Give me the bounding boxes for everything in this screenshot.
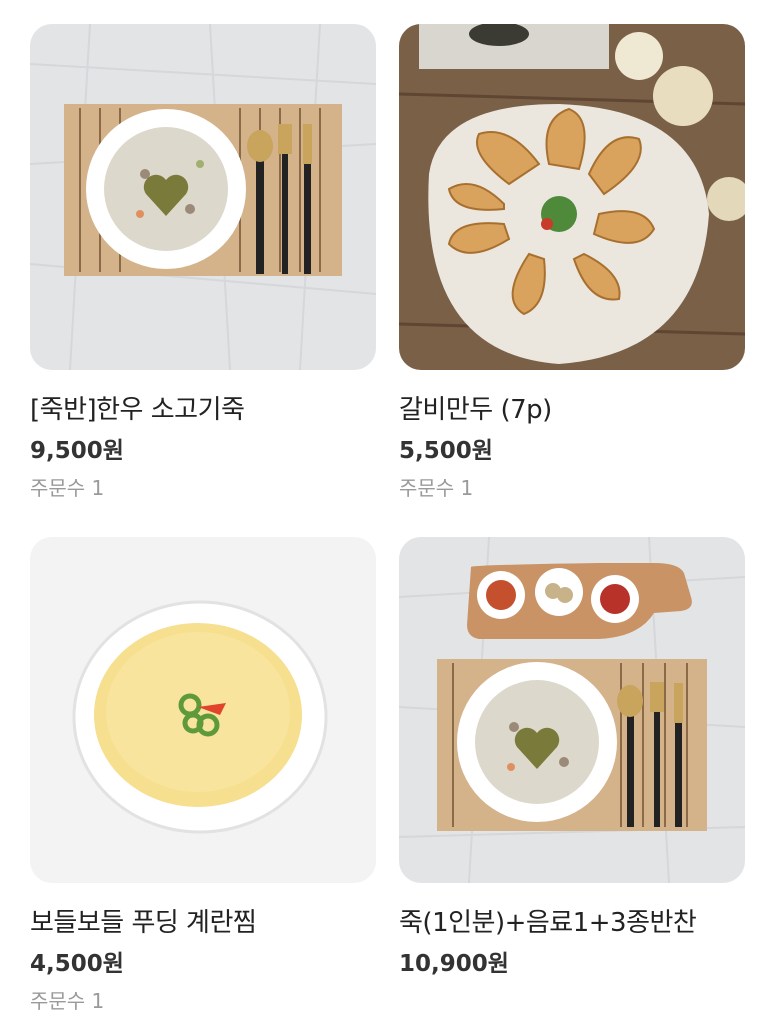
product-price: 10,900원 [399, 951, 509, 977]
product-card-beef-porridge[interactable]: [죽반]한우 소고기죽 9,500원 주문수 1 [30, 24, 376, 501]
product-name[interactable]: 보들보들 푸딩 계란찜 [30, 907, 376, 939]
product-grid: [죽반]한우 소고기죽 9,500원 주문수 1 갈비만두 (7p) 5,500… [0, 0, 773, 1013]
order-count: 주문수 1 [30, 476, 105, 500]
product-image[interactable] [30, 537, 376, 883]
order-count: 주문수 1 [399, 476, 474, 500]
product-price: 9,500원 [30, 438, 124, 464]
product-image[interactable] [30, 24, 376, 370]
porridge-set-photo-icon [399, 537, 745, 883]
order-count: 주문수 1 [30, 989, 105, 1013]
product-name[interactable]: 죽(1인분)+음료1+3종반찬 [399, 907, 745, 939]
product-image[interactable] [399, 24, 745, 370]
steamed-egg-photo-icon [30, 537, 376, 883]
product-price: 5,500원 [399, 438, 493, 464]
product-image[interactable] [399, 537, 745, 883]
product-price: 4,500원 [30, 951, 124, 977]
product-card-porridge-set[interactable]: 죽(1인분)+음료1+3종반찬 10,900원 [399, 537, 745, 979]
product-name[interactable]: [죽반]한우 소고기죽 [30, 394, 376, 426]
product-card-galbi-dumplings[interactable]: 갈비만두 (7p) 5,500원 주문수 1 [399, 24, 745, 501]
product-card-steamed-egg[interactable]: 보들보들 푸딩 계란찜 4,500원 주문수 1 [30, 537, 376, 1014]
dumplings-photo-icon [399, 24, 745, 370]
beef-porridge-photo-icon [30, 24, 376, 370]
product-name[interactable]: 갈비만두 (7p) [399, 394, 745, 426]
